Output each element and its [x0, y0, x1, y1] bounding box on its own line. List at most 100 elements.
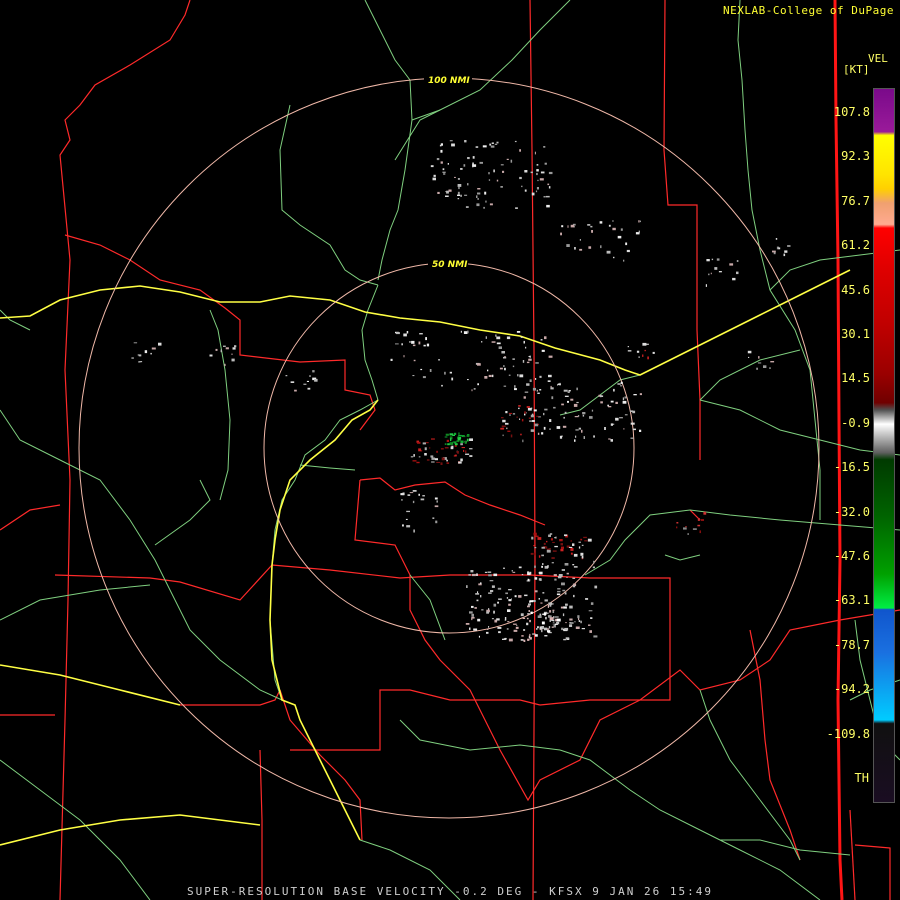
- echo-pixel: [473, 388, 476, 390]
- echo-pixel: [488, 592, 492, 594]
- echo-pixel: [599, 221, 603, 224]
- echo-pixel: [558, 574, 563, 577]
- echo-pixel: [573, 553, 578, 557]
- echo-pixel: [401, 343, 403, 346]
- echo-pixel: [512, 358, 515, 360]
- echo-pixel: [583, 536, 587, 539]
- echo-pixel: [488, 172, 490, 175]
- echo-pixel: [475, 146, 479, 148]
- echo-pixel: [732, 277, 736, 281]
- echo-pixel: [424, 453, 427, 456]
- echo-pixel: [580, 538, 583, 541]
- echo-pixel: [537, 615, 542, 618]
- echo-pixel: [509, 414, 511, 416]
- echo-pixel: [642, 342, 647, 346]
- echo-pixel: [150, 352, 152, 355]
- echo-pixel: [543, 426, 546, 430]
- echo-pixel: [395, 343, 399, 345]
- echo-pixel: [556, 621, 560, 625]
- echo-pixel: [469, 627, 471, 630]
- echo-pixel: [548, 355, 553, 358]
- echo-pixel: [608, 406, 612, 408]
- echo-pixel: [589, 630, 592, 633]
- echo-pixel: [495, 334, 497, 337]
- echo-pixel: [613, 256, 615, 259]
- echo-pixel: [514, 595, 517, 598]
- echo-pixel: [441, 384, 443, 387]
- echo-pixel: [639, 220, 641, 223]
- echo-pixel: [454, 432, 457, 435]
- echo-pixel: [514, 385, 516, 388]
- echo-pixel: [536, 415, 539, 417]
- echo-pixel: [449, 433, 454, 436]
- echo-pixel: [516, 331, 521, 333]
- echo-pixel: [562, 613, 565, 617]
- echo-pixel: [457, 436, 459, 438]
- echo-pixel: [543, 146, 546, 148]
- echo-pixel: [551, 396, 554, 400]
- echo-pixel: [784, 250, 788, 253]
- echo-pixel: [550, 538, 553, 541]
- echo-pixel: [523, 629, 526, 631]
- echo-pixel: [569, 622, 574, 624]
- echo-pixel: [585, 598, 589, 600]
- echo-pixel: [556, 618, 561, 622]
- echo-pixel: [510, 159, 513, 163]
- echo-pixel: [436, 500, 438, 503]
- echo-pixel: [493, 169, 495, 173]
- echo-pixel: [488, 574, 492, 577]
- echo-pixel: [736, 260, 739, 262]
- echo-pixel: [465, 450, 467, 453]
- echo-pixel: [544, 162, 547, 165]
- echo-pixel: [554, 578, 557, 581]
- echo-pixel: [541, 546, 545, 549]
- echo-pixel: [541, 565, 543, 568]
- echo-pixel: [593, 560, 595, 564]
- echo-pixel: [481, 341, 483, 343]
- echo-pixel: [537, 432, 540, 435]
- echo-pixel: [642, 354, 644, 357]
- echo-pixel: [430, 165, 434, 168]
- echo-pixel: [485, 200, 487, 203]
- echo-pixel: [446, 459, 448, 462]
- echo-pixel: [534, 565, 536, 568]
- echo-pixel: [541, 432, 544, 435]
- echo-pixel: [534, 577, 538, 580]
- echo-pixel: [535, 362, 539, 364]
- echo-pixel: [538, 555, 541, 558]
- echo-pixel: [479, 161, 483, 164]
- echo-pixel: [502, 434, 504, 437]
- echo-pixel: [418, 456, 421, 458]
- echo-pixel: [536, 628, 538, 630]
- echo-pixel: [513, 623, 517, 625]
- echo-pixel: [581, 628, 585, 630]
- echo-pixel: [506, 628, 509, 630]
- echo-pixel: [520, 433, 522, 436]
- echo-pixel: [429, 369, 432, 372]
- echo-pixel: [527, 578, 530, 582]
- echo-pixel: [497, 601, 499, 604]
- echo-pixel: [477, 192, 481, 195]
- echo-pixel: [527, 605, 530, 608]
- echo-pixel: [553, 574, 557, 576]
- echo-pixel: [548, 374, 552, 378]
- echo-pixel: [590, 617, 593, 619]
- echo-pixel: [522, 360, 525, 363]
- echo-pixel: [591, 230, 593, 233]
- echo-pixel: [553, 625, 556, 628]
- echo-pixel: [463, 449, 465, 452]
- echo-pixel: [575, 626, 580, 629]
- echo-pixel: [487, 369, 489, 372]
- echo-pixel: [569, 605, 573, 609]
- echo-pixel: [489, 203, 493, 206]
- echo-pixel: [476, 599, 479, 602]
- echo-pixel: [500, 186, 503, 188]
- credit-text: NEXLAB-College of DuPage: [723, 4, 894, 17]
- echo-pixel: [446, 462, 450, 464]
- echo-pixel: [417, 441, 421, 444]
- echo-pixel: [290, 381, 295, 383]
- echo-pixel: [511, 598, 512, 601]
- echo-pixel: [615, 401, 618, 404]
- echo-pixel: [705, 284, 707, 287]
- echo-pixel: [477, 198, 479, 200]
